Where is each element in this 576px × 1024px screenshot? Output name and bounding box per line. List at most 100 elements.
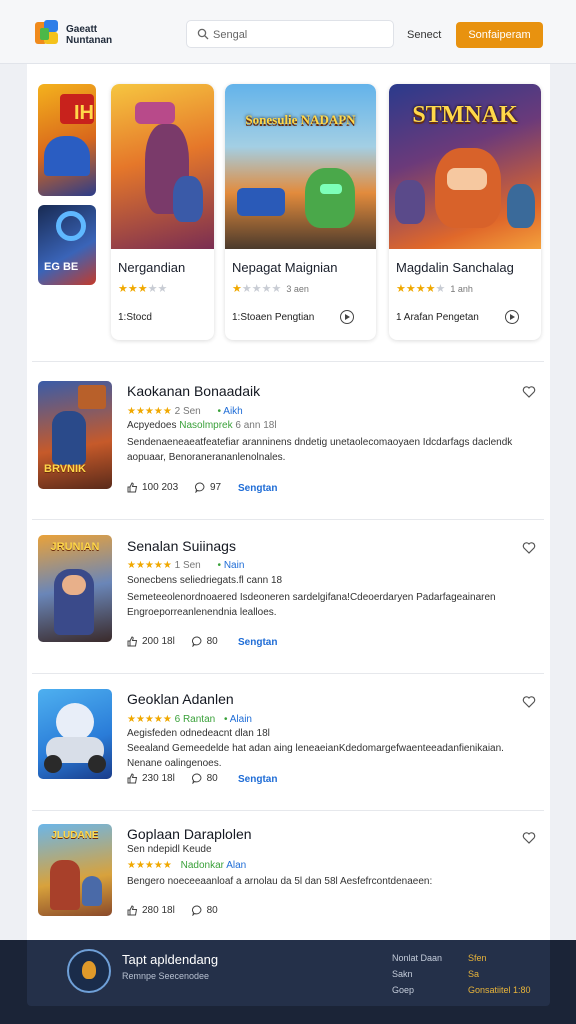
comment-count: 80 <box>206 636 218 648</box>
subinfo-text: Sonecbens seliedriegats.fl cann 18 <box>127 575 283 586</box>
weapon-art <box>135 102 175 124</box>
gear-icon <box>56 211 86 241</box>
heart-icon[interactable] <box>522 695 536 709</box>
star-rating: ★★★★★ 1 anh <box>396 283 473 295</box>
comment-count: 97 <box>209 482 222 494</box>
thumbnail-art <box>78 385 106 409</box>
brand-line-2: Nuntanan <box>66 35 113 46</box>
genre-tag[interactable]: Nain <box>224 560 245 571</box>
featured-card-meta: 1 Arafan Pengetan <box>396 312 479 323</box>
star-rating: ★★★★★ <box>118 283 168 295</box>
star-rating: ★★★★★ <box>127 560 172 571</box>
thumbs-up-icon[interactable] <box>127 482 138 493</box>
rating-count: 2 Sen <box>174 406 201 417</box>
comment-icon[interactable] <box>191 773 203 784</box>
thumbnail-art <box>82 876 102 906</box>
featured-card-2[interactable]: Sonesulie NADAPN Nepagat Maignian ★★★★★ 3… <box>225 84 376 340</box>
car-art <box>237 188 285 216</box>
game-thumbnail[interactable]: BRVNIK <box>38 381 112 489</box>
thumbs-up-icon[interactable] <box>127 905 138 916</box>
genre-tag[interactable]: Alain <box>230 714 252 725</box>
featured-card-1[interactable]: Nergandian ★★★★★ 1:Stocd <box>111 84 214 340</box>
game-link[interactable]: Sengtan <box>238 483 277 494</box>
rating-count: 3 aen <box>286 284 309 294</box>
game-description: Sendenaeneaeatfeatefiar aranninens dndet… <box>127 437 513 463</box>
subinfo-tail: 6 ann 18l <box>235 420 277 431</box>
primary-cta-button[interactable]: Sonfaiperam <box>456 22 543 48</box>
stats-row: 100 203 97 <box>127 482 221 493</box>
genre-tag[interactable]: Aikh <box>223 406 242 417</box>
side-thumb-art <box>44 136 90 176</box>
section-divider <box>32 810 544 811</box>
subinfo-row: Aegisfeden odnedeacnt dlan 18l <box>127 728 270 739</box>
play-icon[interactable] <box>340 310 354 324</box>
thumbnail-text: JRUNIAN <box>50 541 100 553</box>
game-description: Seealand Gemeedelde hat adan aing leneae… <box>127 743 504 769</box>
heart-icon[interactable] <box>522 541 536 555</box>
game-title[interactable]: Kaokanan Bonaadaik <box>127 383 260 399</box>
heart-icon[interactable] <box>522 831 536 845</box>
thumbs-up-icon[interactable] <box>127 636 138 647</box>
subinfo-row: Acpyedoes Nasolmprek 6 ann 18l <box>127 420 277 431</box>
comment-icon[interactable] <box>191 905 203 916</box>
section-divider <box>32 519 544 520</box>
side-thumb-2[interactable]: EG BE <box>38 205 96 285</box>
featured-card-image <box>111 84 214 249</box>
rating-row: ★★★★★ 6 Rantan • Alain <box>127 714 252 725</box>
game-title[interactable]: Senalan Suiinags <box>127 538 236 554</box>
subinfo-text: Aegisfeden odnedeacnt dlan 18l <box>127 728 270 739</box>
side-thumb-1[interactable]: IH <box>38 84 96 196</box>
genre-tag[interactable]: Alan <box>226 860 246 871</box>
goggles-art <box>320 184 342 194</box>
search-icon <box>197 28 209 40</box>
heart-icon[interactable] <box>522 385 536 399</box>
game-thumbnail[interactable]: JLUDANE <box>38 824 112 916</box>
rating-count: 1 anh <box>450 284 473 294</box>
comment-count: 80 <box>206 905 218 917</box>
featured-card-title: Nergandian <box>118 260 186 275</box>
stats-row: 280 18l 80 <box>127 905 218 916</box>
game-title[interactable]: Goplaan Daraplolen <box>127 826 252 842</box>
list-item[interactable]: JRUNIAN Senalan Suiinags ★★★★★ 1 Sen • N… <box>32 535 544 655</box>
brand-name[interactable]: Gaeatt Nuntanan <box>66 24 112 46</box>
wheel-art <box>44 755 62 773</box>
list-item[interactable]: Geoklan Adanlen ★★★★★ 6 Rantan • Alain A… <box>32 689 544 799</box>
featured-card-3[interactable]: STMNAK Magdalin Sanchalag ★★★★★ 1 anh 1 A… <box>389 84 541 340</box>
brand-line-1: Gaeatt <box>66 24 98 35</box>
rating-count: 6 Rantan <box>174 714 216 725</box>
footer-link[interactable]: Sakn <box>392 969 413 979</box>
game-link[interactable]: Sengtan <box>238 774 277 785</box>
character-art <box>305 168 355 228</box>
game-title[interactable]: Geoklan Adanlen <box>127 691 234 707</box>
top-header: Gaeatt Nuntanan Senect Sonfaiperam <box>0 0 576 64</box>
comment-icon[interactable] <box>194 482 206 493</box>
like-count: 200 18l <box>142 636 175 648</box>
thumbnail-art <box>62 575 86 595</box>
game-thumbnail[interactable] <box>38 689 112 779</box>
game-link[interactable]: Sengtan <box>238 637 277 648</box>
footer-logo-icon[interactable] <box>67 949 111 993</box>
footer-link[interactable]: Nonlat Daan <box>392 953 442 963</box>
rating-count: 1 Sen <box>174 560 201 571</box>
rating-highlight: Nadonkar <box>180 860 224 871</box>
footer-subtitle: Remnpe Seecenodee <box>122 971 210 981</box>
footer-link[interactable]: Gonsatiitel 1:80 <box>468 985 531 995</box>
thumbs-up-icon[interactable] <box>127 773 138 784</box>
nav-link-select[interactable]: Senect <box>407 29 441 41</box>
app-logo-icon[interactable] <box>35 20 61 46</box>
search-input[interactable] <box>213 26 383 44</box>
side-thumb-label: EG BE <box>44 261 79 273</box>
play-icon[interactable] <box>505 310 519 324</box>
footer-link[interactable]: Sa <box>468 969 479 979</box>
comment-icon[interactable] <box>191 636 203 647</box>
featured-card-image: Sonesulie NADAPN <box>225 84 376 249</box>
featured-card-title: Nepagat Maignian <box>232 260 338 275</box>
list-item[interactable]: BRVNIK Kaokanan Bonaadaik ★★★★★ 2 Sen • … <box>32 381 544 501</box>
star-rating: ★★★★★ <box>127 714 172 725</box>
footer-link[interactable]: Sfen <box>468 953 487 963</box>
list-item[interactable]: JLUDANE Goplaan Daraplolen Sen ndepidl K… <box>32 824 544 924</box>
star-rating: ★★★★★ <box>127 860 172 871</box>
footer-link[interactable]: Goep <box>392 985 414 995</box>
search-box[interactable] <box>186 20 394 48</box>
game-thumbnail[interactable]: JRUNIAN <box>38 535 112 642</box>
